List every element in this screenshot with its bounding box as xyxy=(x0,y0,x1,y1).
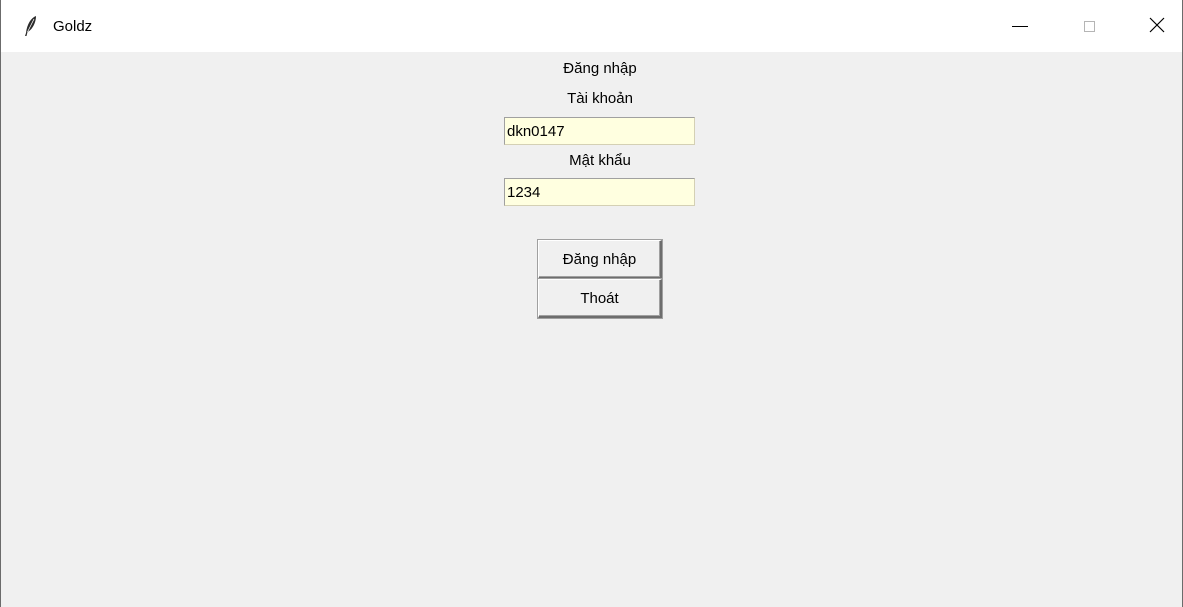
form-heading: Đăng nhập xyxy=(563,60,637,77)
password-input[interactable] xyxy=(504,178,695,206)
feather-icon xyxy=(23,15,39,37)
maximize-button[interactable] xyxy=(1066,0,1112,52)
login-button[interactable]: Đăng nhập xyxy=(538,240,662,279)
password-label: Mật khẩu xyxy=(569,152,631,169)
username-label: Tài khoản xyxy=(567,90,633,107)
minimize-button[interactable] xyxy=(997,0,1043,52)
title-bar[interactable]: Goldz xyxy=(1,0,1182,52)
window-title: Goldz xyxy=(53,18,93,35)
username-input[interactable] xyxy=(504,117,695,145)
app-window: Goldz Đăng nhập Tài khoản Mật khẩu Đăng … xyxy=(0,0,1183,607)
maximize-icon xyxy=(1083,20,1095,32)
login-form: Đăng nhập Tài khoản Mật khẩu Đăng nhập T… xyxy=(1,52,1182,607)
minimize-icon xyxy=(1012,25,1028,27)
close-button[interactable] xyxy=(1134,0,1180,52)
exit-button[interactable]: Thoát xyxy=(538,279,662,318)
close-icon xyxy=(1149,17,1165,36)
